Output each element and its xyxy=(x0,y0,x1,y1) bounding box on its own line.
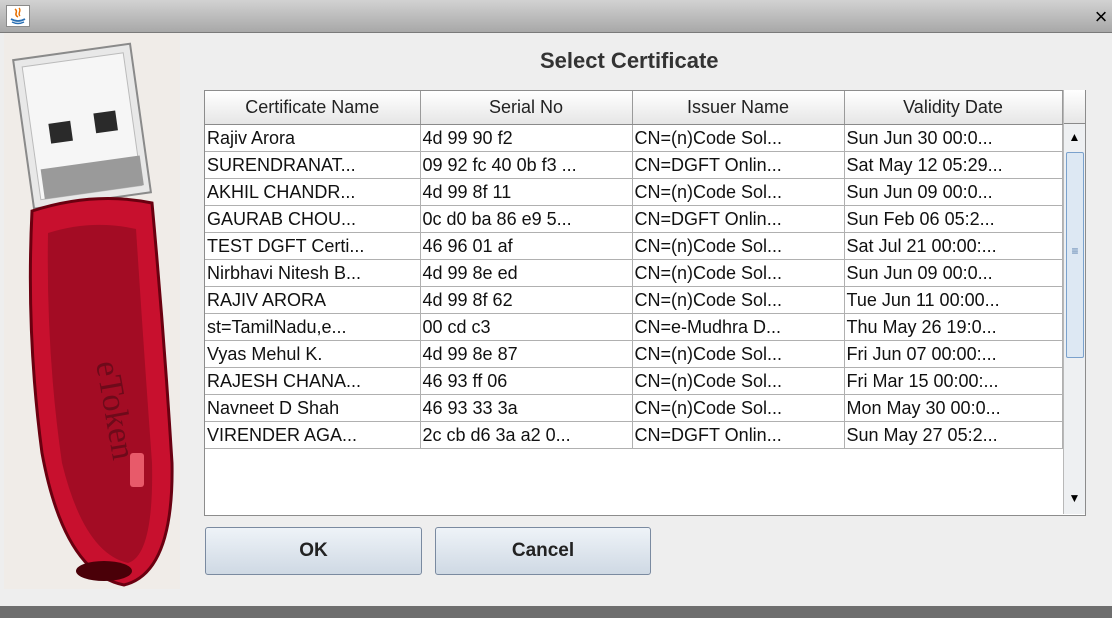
table-header-row: Certificate Name Serial No Issuer Name V… xyxy=(205,91,1063,125)
cell-validity-date[interactable]: Sun Jun 30 00:0... xyxy=(844,124,1063,152)
cell-validity-date[interactable]: Sun Feb 06 05:2... xyxy=(844,205,1063,233)
cell-serial-no[interactable]: 09 92 fc 40 0b f3 ... xyxy=(420,151,633,179)
cell-serial-no[interactable]: 46 93 33 3a xyxy=(420,394,633,422)
cell-serial-no[interactable]: 4d 99 8e 87 xyxy=(420,340,633,368)
cell-issuer-name[interactable]: CN=(n)Code Sol... xyxy=(632,367,845,395)
cell-certificate-name[interactable]: st=TamilNadu,e... xyxy=(205,313,421,341)
cell-serial-no[interactable]: 0c d0 ba 86 e9 5... xyxy=(420,205,633,233)
table-row[interactable]: TEST DGFT Certi... 46 96 01 af CN=(n)Code … xyxy=(205,232,1063,260)
cell-issuer-name[interactable]: CN=DGFT Onlin... xyxy=(632,205,845,233)
table-row[interactable]: Nirbhavi Nitesh B... 4d 99 8e ed CN=(n)Cod… xyxy=(205,259,1063,287)
cell-validity-date[interactable]: Sun Jun 09 00:0... xyxy=(844,178,1063,206)
certificate-table[interactable]: Certificate Name Serial No Issuer Name V… xyxy=(204,90,1086,516)
table-row[interactable]: Vyas Mehul K. 4d 99 8e 87 CN=(n)Code Sol..… xyxy=(205,340,1063,368)
cell-certificate-name[interactable]: Nirbhavi Nitesh B... xyxy=(205,259,421,287)
column-header-certificate-name[interactable]: Certificate Name xyxy=(205,91,421,125)
table-row[interactable]: AKHIL CHANDR... 4d 99 8f 11 CN=(n)Code Sol… xyxy=(205,178,1063,206)
column-header-serial-no[interactable]: Serial No xyxy=(420,91,633,125)
grip-icon: ≡ xyxy=(1071,244,1079,258)
cell-issuer-name[interactable]: CN=(n)Code Sol... xyxy=(632,178,845,206)
cell-certificate-name[interactable]: RAJESH CHANA... xyxy=(205,367,421,395)
cell-issuer-name[interactable]: CN=(n)Code Sol... xyxy=(632,394,845,422)
cell-issuer-name[interactable]: CN=(n)Code Sol... xyxy=(632,340,845,368)
table-row[interactable]: Navneet D Shah 46 93 33 3a CN=(n)Code Sol.… xyxy=(205,394,1063,422)
cancel-button[interactable]: Cancel xyxy=(435,527,651,575)
title-bar: × xyxy=(0,0,1112,33)
table-row[interactable]: SURENDRANAT... 09 92 fc 40 0b f3 ... CN=DG… xyxy=(205,151,1063,179)
table-row[interactable]: GAURAB CHOU... 0c d0 ba 86 e9 5... CN=DGFT… xyxy=(205,205,1063,233)
table-row[interactable]: st=TamilNadu,e... 00 cd c3 CN=e-Mudhra D..… xyxy=(205,313,1063,341)
cell-issuer-name[interactable]: CN=(n)Code Sol... xyxy=(632,286,845,314)
cell-certificate-name[interactable]: AKHIL CHANDR... xyxy=(205,178,421,206)
cell-certificate-name[interactable]: Navneet D Shah xyxy=(205,394,421,422)
table-row[interactable]: VIRENDER AGA... 2c cb d6 3a a2 0... CN=DGF… xyxy=(205,421,1063,449)
cell-serial-no[interactable]: 4d 99 8e ed xyxy=(420,259,633,287)
column-header-issuer-name[interactable]: Issuer Name xyxy=(632,91,845,125)
cell-validity-date[interactable]: Fri Jun 07 00:00:... xyxy=(844,340,1063,368)
cell-serial-no[interactable]: 46 93 ff 06 xyxy=(420,367,633,395)
cell-validity-date[interactable]: Sat Jul 21 00:00:... xyxy=(844,232,1063,260)
table-row[interactable]: RAJIV ARORA 4d 99 8f 62 CN=(n)Code Sol... T… xyxy=(205,286,1063,314)
cell-issuer-name[interactable]: CN=DGFT Onlin... xyxy=(632,421,845,449)
cell-serial-no[interactable]: 46 96 01 af xyxy=(420,232,633,260)
cell-validity-date[interactable]: Thu May 26 19:0... xyxy=(844,313,1063,341)
cell-validity-date[interactable]: Sat May 12 05:29... xyxy=(844,151,1063,179)
table-scrollbar[interactable]: ▲ ≡ ▼ xyxy=(1063,90,1085,514)
column-header-validity-date[interactable]: Validity Date xyxy=(844,91,1063,125)
cell-issuer-name[interactable]: CN=(n)Code Sol... xyxy=(632,232,845,260)
scrollbar-corner xyxy=(1064,90,1085,124)
table-row[interactable]: RAJESH CHANA... 46 93 ff 06 CN=(n)Code Sol… xyxy=(205,367,1063,395)
cell-certificate-name[interactable]: TEST DGFT Certi... xyxy=(205,232,421,260)
cell-validity-date[interactable]: Sun Jun 09 00:0... xyxy=(844,259,1063,287)
scrollbar-thumb[interactable]: ≡ xyxy=(1066,152,1084,358)
cell-certificate-name[interactable]: RAJIV ARORA xyxy=(205,286,421,314)
cell-issuer-name[interactable]: CN=(n)Code Sol... xyxy=(632,259,845,287)
cell-certificate-name[interactable]: Rajiv Arora xyxy=(205,124,421,152)
cell-serial-no[interactable]: 4d 99 8f 62 xyxy=(420,286,633,314)
cell-serial-no[interactable]: 2c cb d6 3a a2 0... xyxy=(420,421,633,449)
cell-validity-date[interactable]: Fri Mar 15 00:00:... xyxy=(844,367,1063,395)
dialog-title: Select Certificate xyxy=(540,48,719,73)
cell-issuer-name[interactable]: CN=e-Mudhra D... xyxy=(632,313,845,341)
cell-certificate-name[interactable]: GAURAB CHOU... xyxy=(205,205,421,233)
cell-validity-date[interactable]: Tue Jun 11 00:00... xyxy=(844,286,1063,314)
etoken-image: eToken xyxy=(4,33,180,589)
scroll-up-icon[interactable]: ▲ xyxy=(1065,125,1084,149)
cell-certificate-name[interactable]: VIRENDER AGA... xyxy=(205,421,421,449)
scroll-down-icon[interactable]: ▼ xyxy=(1065,486,1084,510)
close-button[interactable]: × xyxy=(1090,6,1112,29)
cell-serial-no[interactable]: 4d 99 8f 11 xyxy=(420,178,633,206)
table-row[interactable]: Rajiv Arora 4d 99 90 f2 CN=(n)Code Sol... S… xyxy=(205,124,1063,152)
cell-validity-date[interactable]: Mon May 30 00:0... xyxy=(844,394,1063,422)
cell-issuer-name[interactable]: CN=(n)Code Sol... xyxy=(632,124,845,152)
cell-certificate-name[interactable]: Vyas Mehul K. xyxy=(205,340,421,368)
ok-button[interactable]: OK xyxy=(205,527,422,575)
cell-issuer-name[interactable]: CN=DGFT Onlin... xyxy=(632,151,845,179)
cell-certificate-name[interactable]: SURENDRANAT... xyxy=(205,151,421,179)
window-bottom-border xyxy=(0,606,1112,618)
java-icon xyxy=(6,5,30,27)
cell-serial-no[interactable]: 4d 99 90 f2 xyxy=(420,124,633,152)
cell-validity-date[interactable]: Sun May 27 05:2... xyxy=(844,421,1063,449)
cell-serial-no[interactable]: 00 cd c3 xyxy=(420,313,633,341)
